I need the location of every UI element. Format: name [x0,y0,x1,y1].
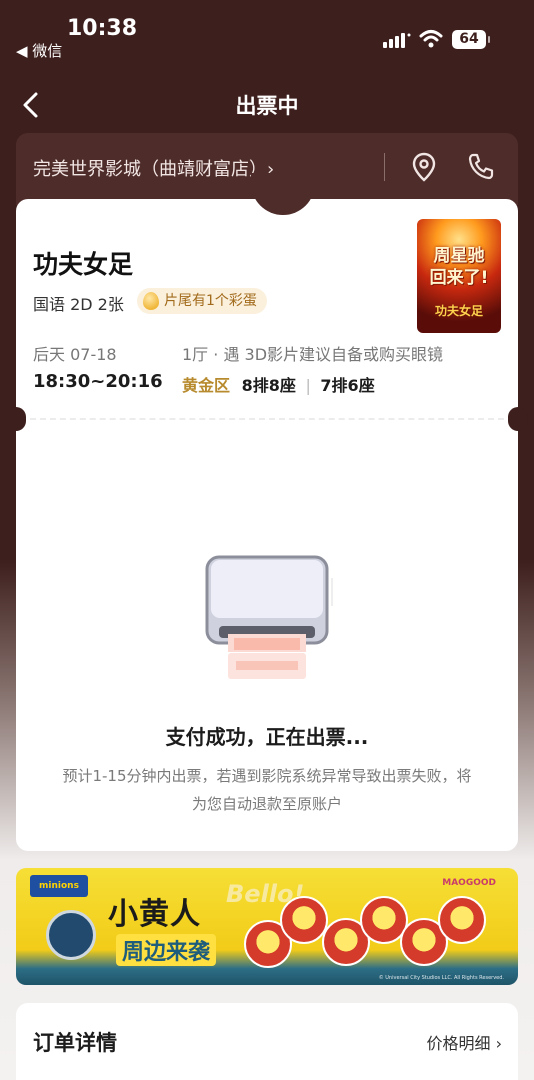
merch-badge-icon [438,896,486,944]
seat-zone: 黄金区 [182,376,231,395]
egg-badge: 片尾有1个彩蛋 [137,288,267,314]
divider [384,153,385,181]
status-time: 10:38 [67,16,138,41]
brand-logo: MAOGOOD [442,878,496,888]
ticket-divider [30,418,504,420]
movie-meta: 国语 2D 2张 [33,295,124,314]
wifi-icon [419,30,443,48]
hall-info: 1厅 · 遇 3D影片建议自备或购买眼镜 [182,345,444,364]
phone-icon[interactable] [466,151,496,183]
ticket-notch-left [6,407,26,431]
minions-logo: minions [30,875,88,897]
seat-info: 黄金区 8排8座 | 7排6座 [182,372,375,396]
poster-title: 功夫女足 [434,304,483,318]
ticket-card: 功夫女足 国语 2D 2张 片尾有1个彩蛋 周星驰 回来了! 功夫女足 后天 0… [6,173,528,851]
ticket-notch-right [508,407,528,431]
order-details-card: 订单详情 价格明细 › [16,1003,518,1080]
ticket-notch [251,173,315,215]
signal-icon [383,33,411,48]
battery-icon: 64 [452,30,490,49]
status-bar: 10:38 ◀ 微信 64 [0,0,534,70]
movie-poster[interactable]: 周星驰 回来了! 功夫女足 [417,219,501,333]
egg-icon [143,292,159,310]
egg-badge-label: 片尾有1个彩蛋 [164,293,257,309]
show-time: 18:30~20:16 [33,371,163,392]
poster-headline: 周星驰 回来了! [429,246,489,288]
seat-2: 7排6座 [320,376,375,395]
nav-bar: 出票中 [0,84,534,126]
back-to-wechat-link[interactable]: ◀ 微信 [16,40,62,61]
page-title: 出票中 [235,94,299,118]
banner-subtitle: 周边来袭 [116,934,217,966]
seat-separator: | [305,376,311,395]
seat-1: 8排8座 [241,376,296,395]
promo-banner[interactable]: minions Bello! MAOGOOD 小黄人 周边来袭 © Univer… [16,868,518,985]
ticket-printer-icon [205,555,333,679]
order-details-title: 订单详情 [33,1031,117,1055]
banner-title: 小黄人 [108,897,201,932]
minion-avatar-icon [46,910,96,960]
ticket-status-description: 预计1-15分钟内出票，若遇到影院系统异常导致出票失败，将为您自动退款至原账户 [62,767,472,813]
cinema-name-link[interactable]: 完美世界影城（曲靖财富店）› [33,155,274,181]
movie-title: 功夫女足 [33,250,134,279]
price-details-link[interactable]: 价格明细 › [427,1030,503,1054]
show-date: 后天 07-18 [33,345,117,364]
location-pin-icon[interactable] [410,151,438,183]
banner-copyright: © Universal City Studios LLC. All Rights… [378,975,504,981]
merch-badge-icon [280,896,328,944]
ticket-status-title: 支付成功，正在出票... [165,725,369,749]
